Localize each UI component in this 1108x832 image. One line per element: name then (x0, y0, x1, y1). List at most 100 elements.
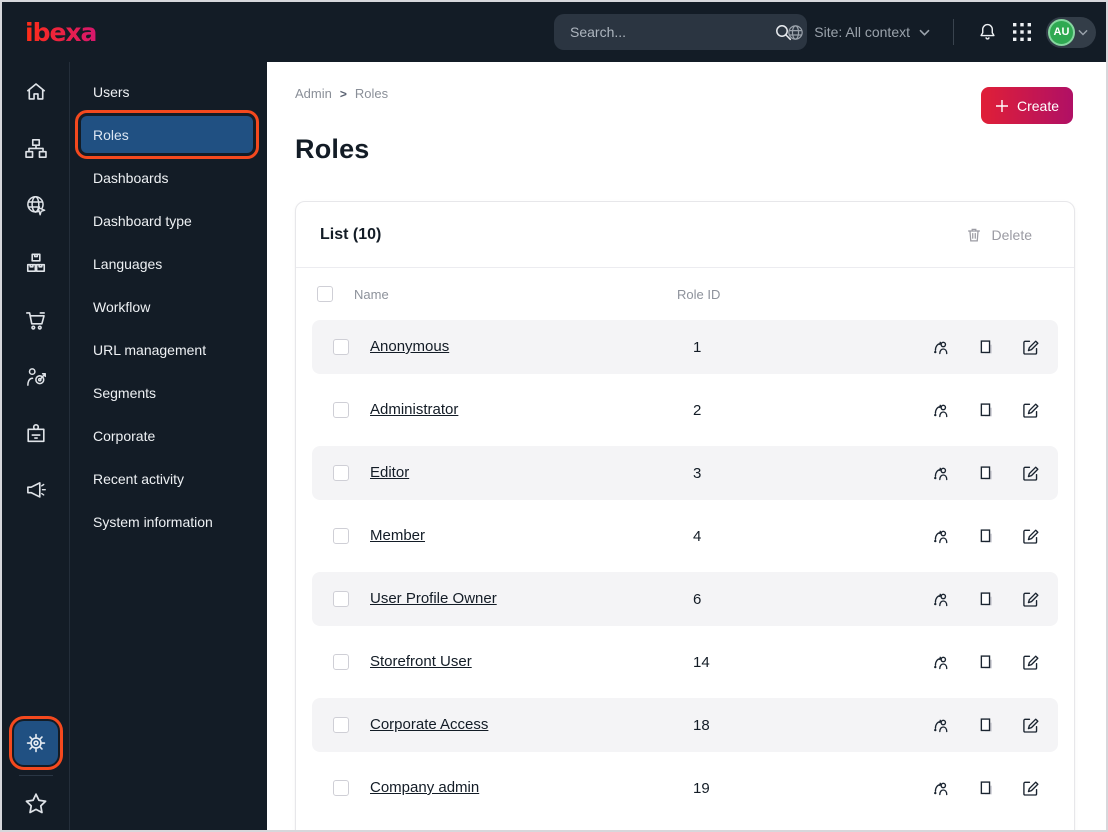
role-name-link[interactable]: Administrator (370, 401, 458, 418)
star-icon (25, 793, 46, 814)
row-checkbox[interactable] (333, 339, 349, 355)
copy-icon (975, 589, 995, 609)
menu-item-url-management[interactable]: URL management (81, 331, 253, 368)
row-checkbox[interactable] (333, 591, 349, 607)
assign-users-icon (930, 778, 950, 798)
role-name-link[interactable]: Company admin (370, 779, 479, 796)
copy-button[interactable] (975, 715, 995, 735)
table-body: Anonymous 1 Administrator 2 Editor 3 Mem… (296, 320, 1074, 815)
copy-icon (975, 400, 995, 420)
copy-button[interactable] (975, 589, 995, 609)
nav-home-icon[interactable] (16, 72, 56, 112)
breadcrumb-roles: Roles (354, 86, 389, 101)
main-content: Admin > Roles Create Roles List (10) Del… (267, 62, 1106, 830)
top-bar: ibexa Site: All context (2, 2, 1106, 62)
role-name-link[interactable]: User Profile Owner (370, 590, 497, 607)
menu-item-recent-activity[interactable]: Recent activity (81, 460, 253, 497)
edit-icon (1020, 400, 1040, 420)
table-row: Anonymous 1 (312, 320, 1058, 374)
notifications-button[interactable] (977, 21, 998, 43)
table-header: Name Role ID (296, 268, 1074, 320)
assign-users-button[interactable] (930, 652, 950, 672)
assign-users-button[interactable] (930, 463, 950, 483)
assign-users-icon (930, 400, 950, 420)
row-checkbox[interactable] (333, 528, 349, 544)
site-context-selector[interactable]: Site: All context (786, 23, 930, 42)
nav-commerce-icon[interactable] (16, 300, 56, 340)
role-name-link[interactable]: Storefront User (370, 653, 472, 670)
assign-users-button[interactable] (930, 589, 950, 609)
row-checkbox[interactable] (333, 717, 349, 733)
table-row: Administrator 2 (312, 383, 1058, 437)
copy-button[interactable] (975, 337, 995, 357)
nav-products-icon[interactable] (16, 243, 56, 283)
role-name-link[interactable]: Corporate Access (370, 716, 488, 733)
breadcrumb-admin[interactable]: Admin (295, 86, 332, 101)
menu-item-dashboards[interactable]: Dashboards (81, 159, 253, 196)
assign-users-button[interactable] (930, 778, 950, 798)
bell-icon (980, 23, 995, 37)
role-name-link[interactable]: Anonymous (370, 338, 449, 355)
nav-marketing-icon[interactable] (16, 471, 56, 511)
copy-button[interactable] (975, 400, 995, 420)
copy-icon (975, 778, 995, 798)
menu-item-dashboard-type[interactable]: Dashboard type (81, 202, 253, 239)
nav-content-tree-icon[interactable] (16, 129, 56, 169)
role-name-link[interactable]: Editor (370, 464, 409, 481)
nav-site-icon[interactable] (16, 186, 56, 226)
site-context-label: Site: All context (814, 24, 910, 40)
edit-button[interactable] (1020, 526, 1040, 546)
row-checkbox[interactable] (333, 780, 349, 796)
global-search[interactable] (554, 14, 807, 50)
topbar-right-cluster: Site: All context AU (786, 2, 1096, 62)
user-menu[interactable]: AU (1046, 16, 1096, 48)
app-switcher-button[interactable] (1013, 23, 1031, 41)
edit-button[interactable] (1020, 652, 1040, 672)
edit-button[interactable] (1020, 400, 1040, 420)
menu-item-system-information[interactable]: System information (81, 503, 253, 540)
bookmarks-button[interactable] (16, 784, 56, 824)
table-row: Storefront User 14 (312, 635, 1058, 689)
copy-button[interactable] (975, 526, 995, 546)
row-checkbox[interactable] (333, 654, 349, 670)
edit-button[interactable] (1020, 337, 1040, 357)
edit-icon (1020, 337, 1040, 357)
copy-button[interactable] (975, 778, 995, 798)
copy-button[interactable] (975, 463, 995, 483)
delete-button[interactable]: Delete (965, 226, 1032, 244)
page-title: Roles (295, 134, 370, 164)
edit-button[interactable] (1020, 715, 1040, 735)
menu-item-workflow[interactable]: Workflow (81, 288, 253, 325)
assign-users-button[interactable] (930, 526, 950, 546)
topbar-divider (953, 19, 954, 45)
role-id-value: 4 (693, 527, 702, 545)
copy-icon (975, 463, 995, 483)
admin-settings-button[interactable] (8, 716, 63, 770)
copy-button[interactable] (975, 652, 995, 672)
assign-users-button[interactable] (930, 337, 950, 357)
search-input[interactable] (570, 24, 773, 40)
edit-button[interactable] (1020, 778, 1040, 798)
edit-button[interactable] (1020, 589, 1040, 609)
edit-icon (1020, 463, 1040, 483)
edit-button[interactable] (1020, 463, 1040, 483)
row-checkbox[interactable] (333, 402, 349, 418)
ibexa-logo[interactable]: ibexa (24, 15, 110, 49)
row-checkbox[interactable] (333, 465, 349, 481)
menu-item-corporate[interactable]: Corporate (81, 417, 253, 454)
role-id-value: 19 (693, 779, 710, 797)
menu-item-segments[interactable]: Segments (81, 374, 253, 411)
copy-icon (975, 652, 995, 672)
assign-users-button[interactable] (930, 400, 950, 420)
menu-item-languages[interactable]: Languages (81, 245, 253, 282)
assign-users-icon (930, 463, 950, 483)
assign-users-button[interactable] (930, 715, 950, 735)
create-button[interactable]: Create (981, 87, 1073, 124)
select-all-checkbox[interactable] (317, 286, 333, 302)
menu-item-users[interactable]: Users (81, 73, 253, 110)
menu-item-roles[interactable]: Roles (75, 110, 259, 159)
list-count-title: List (10) (320, 225, 382, 243)
nav-personalization-icon[interactable] (16, 357, 56, 397)
nav-corporate-icon[interactable] (16, 414, 56, 454)
role-name-link[interactable]: Member (370, 527, 425, 544)
